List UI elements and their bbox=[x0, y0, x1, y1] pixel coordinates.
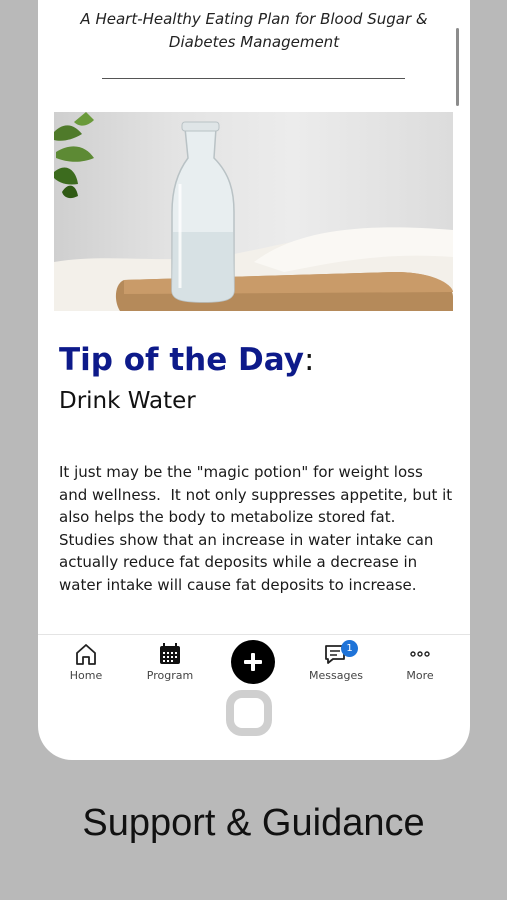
phone-screen: A Heart-Healthy Eating Plan for Blood Su… bbox=[38, 0, 470, 760]
tab-bar: Home Program 1 Messages More bbox=[38, 634, 470, 691]
tab-program[interactable]: Program bbox=[130, 635, 210, 682]
page-subtitle: A Heart-Healthy Eating Plan for Blood Su… bbox=[80, 10, 428, 51]
scrollbar[interactable] bbox=[456, 28, 459, 106]
tab-more[interactable]: More bbox=[380, 635, 460, 682]
tab-messages-label: Messages bbox=[309, 669, 363, 682]
tip-heading-colon: : bbox=[303, 342, 315, 378]
tab-program-label: Program bbox=[146, 669, 194, 682]
tab-home[interactable]: Home bbox=[46, 635, 126, 682]
hero-image bbox=[54, 112, 453, 311]
caption: Support & Guidance bbox=[82, 802, 425, 844]
tab-home-label: Home bbox=[69, 669, 103, 682]
tip-heading-label: Tip of the Day bbox=[59, 342, 304, 378]
home-button[interactable] bbox=[226, 690, 272, 736]
messages-badge: 1 bbox=[341, 640, 358, 657]
tab-more-label: More bbox=[406, 669, 434, 682]
tip-title: Drink Water bbox=[59, 388, 196, 414]
home-icon bbox=[76, 644, 96, 665]
ellipsis-icon bbox=[410, 651, 430, 657]
tip-body: It just may be the "magic potion" for we… bbox=[59, 463, 457, 594]
tab-messages[interactable]: 1 Messages bbox=[296, 635, 376, 682]
tip-heading: Tip of the Day: bbox=[59, 342, 314, 378]
calendar-icon bbox=[160, 643, 180, 664]
plus-icon bbox=[244, 653, 262, 671]
divider bbox=[102, 78, 405, 79]
add-button[interactable] bbox=[231, 640, 275, 684]
